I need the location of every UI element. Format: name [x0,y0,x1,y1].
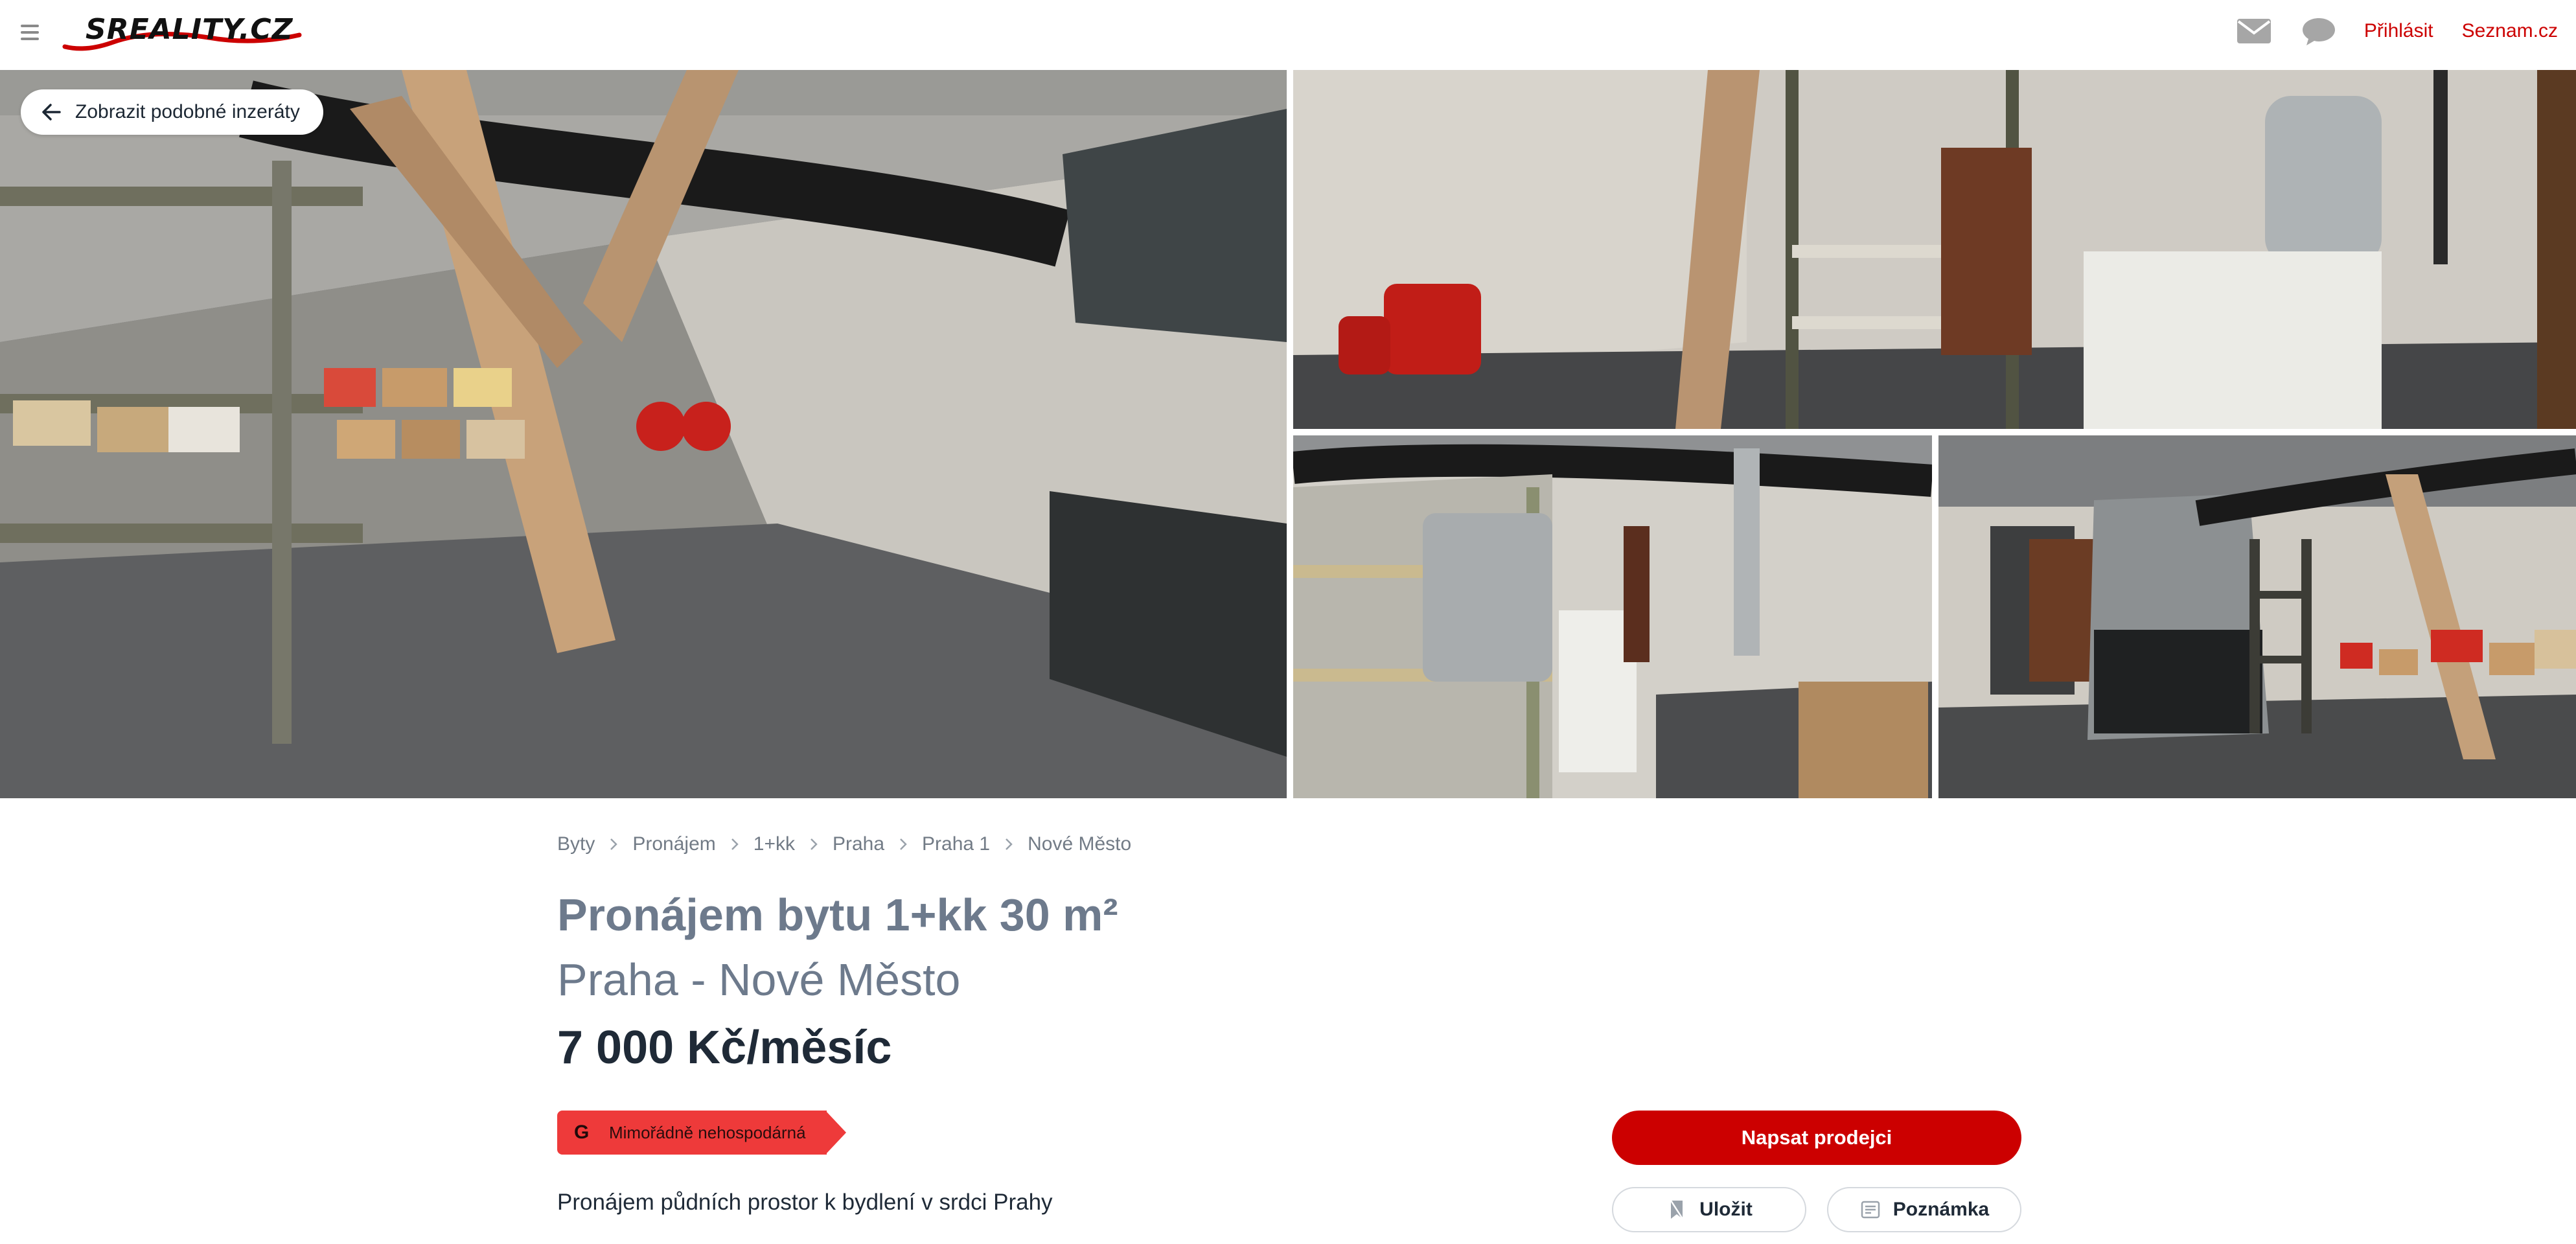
save-label: Uložit [1699,1199,1753,1220]
breadcrumb: Byty Pronájem 1+kk Praha Praha 1 Nové Mě… [557,833,1131,855]
listing-description: Pronájem půdních prostor k bydlení v srd… [557,1190,1053,1215]
chevron-right-icon [595,836,632,852]
breadcrumb-item[interactable]: Nové Město [1028,833,1131,855]
chat-icon[interactable] [2299,13,2338,49]
site-header: SREALITY.CZ Přihlásit Seznam.cz [0,0,2576,70]
note-button[interactable]: Poznámka [1827,1187,2021,1232]
note-icon [1861,1201,1880,1219]
note-label: Poznámka [1892,1199,1990,1220]
breadcrumb-item[interactable]: Praha 1 [922,833,990,855]
arrow-left-icon [42,104,61,121]
gallery-photo-3[interactable] [1293,435,1932,798]
listing-title: Pronájem bytu 1+kk 30 m² [557,890,1118,940]
breadcrumb-item[interactable]: 1+kk [753,833,795,855]
breadcrumb-item[interactable]: Byty [557,833,595,855]
show-similar-button[interactable]: Zobrazit podobné inzeráty [21,89,323,135]
save-button[interactable]: Uložit [1612,1187,1806,1232]
gallery-photo-4[interactable] [1938,435,2576,798]
mail-icon[interactable] [2235,13,2273,49]
listing-price: 7 000 Kč/měsíc [557,1022,892,1074]
energy-rating-badge: G Mimořádně nehospodárná [557,1111,849,1155]
chevron-right-icon [716,836,753,852]
chevron-right-icon [795,836,833,852]
show-similar-label: Zobrazit podobné inzeráty [75,101,300,122]
logo-text: SREALITY.CZ [86,13,293,46]
gallery-photo-2[interactable] [1293,70,2576,429]
energy-label: Mimořádně nehospodárná [609,1122,806,1142]
bookmark-icon [1670,1200,1684,1219]
menu-icon[interactable] [18,19,44,45]
breadcrumb-item[interactable]: Pronájem [632,833,715,855]
listing-location: Praha - Nové Město [557,954,961,1005]
chevron-right-icon [990,836,1028,852]
login-link[interactable]: Přihlásit [2364,20,2433,42]
breadcrumb-item[interactable]: Praha [833,833,884,855]
energy-class: G [574,1122,590,1143]
chevron-right-icon [884,836,922,852]
sreality-logo[interactable]: SREALITY.CZ [60,9,306,54]
seznam-link[interactable]: Seznam.cz [2462,20,2558,42]
main-photo[interactable] [0,70,1287,798]
header-actions: Přihlásit Seznam.cz [2235,13,2558,49]
contact-seller-button[interactable]: Napsat prodejci [1612,1111,2021,1165]
photo-gallery: Zobrazit podobné inzeráty [0,70,2576,798]
